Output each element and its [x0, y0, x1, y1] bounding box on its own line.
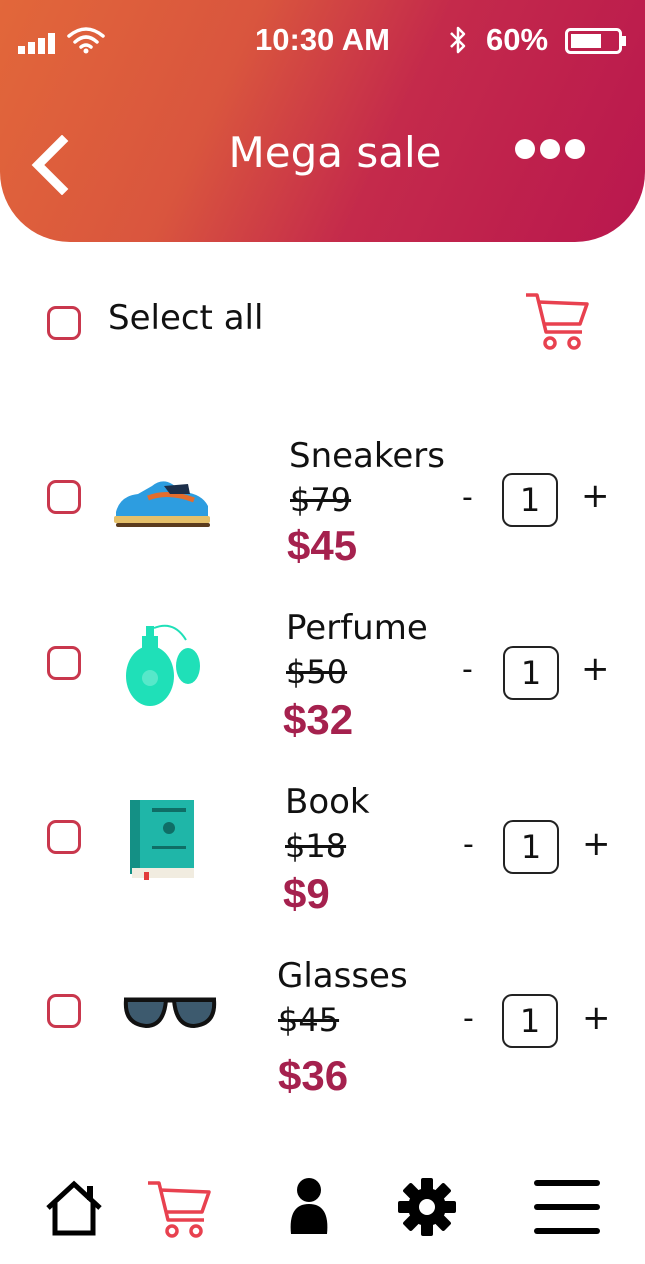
quantity-field[interactable]: 1 — [502, 473, 558, 527]
battery-icon — [565, 28, 626, 54]
quantity-field[interactable]: 1 — [502, 994, 558, 1048]
item-old-price: $18 — [285, 827, 347, 865]
item-old-price: $79 — [290, 481, 352, 519]
increase-qty-button[interactable]: + — [581, 649, 610, 689]
decrease-qty-button[interactable]: - — [462, 480, 473, 515]
list-item: Glasses $45 $36 - 1 + — [0, 956, 645, 1164]
item-old-price: $45 — [278, 1001, 340, 1039]
menu-icon[interactable] — [532, 1178, 602, 1236]
settings-icon[interactable] — [396, 1176, 458, 1238]
item-new-price: $9 — [283, 870, 330, 917]
decrease-qty-button[interactable]: - — [462, 652, 473, 687]
status-time: 10:30 AM — [255, 22, 390, 57]
profile-icon[interactable] — [288, 1176, 330, 1236]
quantity-field[interactable]: 1 — [503, 820, 559, 874]
item-checkbox[interactable] — [47, 646, 81, 680]
sunglasses-image — [123, 997, 217, 1029]
item-name: Glasses — [277, 956, 408, 996]
select-all-checkbox[interactable] — [47, 306, 81, 340]
increase-qty-button[interactable]: + — [581, 476, 610, 516]
increase-qty-button[interactable]: + — [582, 998, 611, 1038]
bluetooth-icon — [450, 26, 466, 54]
battery-percent: 60% — [486, 22, 549, 57]
header-bar: 10:30 AM 60% Mega sale — [0, 0, 645, 242]
item-name: Book — [285, 782, 370, 822]
quantity-field[interactable]: 1 — [503, 646, 559, 700]
sneaker-image — [114, 481, 210, 527]
perfume-image — [126, 624, 200, 706]
home-icon[interactable] — [44, 1178, 104, 1238]
item-name: Perfume — [286, 608, 428, 648]
item-new-price: $45 — [287, 522, 358, 569]
book-image — [130, 800, 194, 880]
item-name: Sneakers — [289, 436, 445, 476]
decrease-qty-button[interactable]: - — [463, 827, 474, 862]
item-old-price: $50 — [286, 653, 348, 691]
item-checkbox[interactable] — [47, 820, 81, 854]
cart-icon[interactable] — [146, 1178, 212, 1240]
select-all-label: Select all — [108, 298, 264, 338]
item-checkbox[interactable] — [47, 994, 81, 1028]
more-options-icon[interactable] — [514, 138, 586, 160]
decrease-qty-button[interactable]: - — [463, 1001, 474, 1036]
item-new-price: $36 — [278, 1052, 349, 1099]
item-new-price: $32 — [283, 696, 354, 743]
increase-qty-button[interactable]: + — [582, 824, 611, 864]
item-checkbox[interactable] — [47, 480, 81, 514]
cart-icon[interactable] — [524, 290, 590, 352]
